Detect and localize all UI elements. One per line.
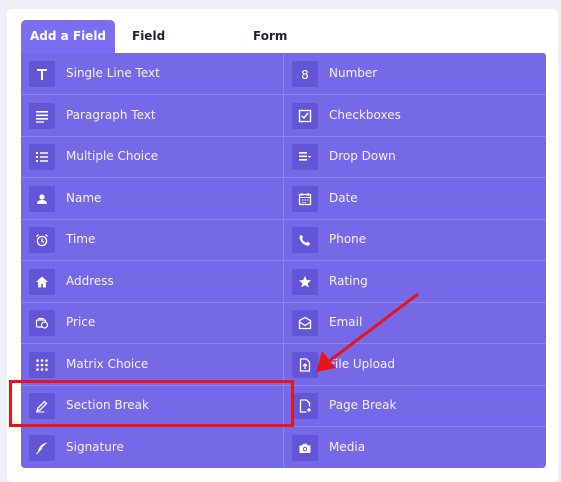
- field-label: Price: [66, 315, 96, 329]
- field-single-line-text[interactable]: Single Line Text: [21, 53, 283, 94]
- dropdown-icon: [292, 144, 318, 170]
- paragraph-icon: [29, 102, 55, 129]
- field-label: Date: [329, 190, 358, 205]
- field-drop-down[interactable]: Drop Down: [284, 136, 546, 177]
- field-name[interactable]: Name: [21, 178, 283, 219]
- tab-form-properties[interactable]: Form Properties: [239, 20, 359, 76]
- feather-icon: [29, 434, 55, 461]
- field-label: Time: [66, 232, 96, 246]
- field-label: Checkboxes: [329, 107, 401, 122]
- list-icon: [29, 144, 55, 170]
- text-icon: [29, 61, 55, 87]
- camera-icon: [292, 434, 318, 461]
- field-label: Matrix Choice: [66, 356, 149, 371]
- price-icon: [29, 310, 55, 336]
- pencil-icon: [29, 393, 55, 419]
- field-date[interactable]: Date: [284, 178, 546, 219]
- page-break-icon: [292, 393, 318, 419]
- number-icon: 8: [292, 61, 318, 87]
- field-label: Multiple Choice: [66, 149, 159, 163]
- field-file-upload[interactable]: File Upload: [284, 344, 546, 385]
- field-address[interactable]: Address: [21, 261, 283, 302]
- field-signature[interactable]: Signature: [21, 427, 283, 468]
- home-icon: [29, 268, 55, 295]
- grid-icon: [29, 351, 55, 378]
- column-divider: [283, 53, 284, 468]
- field-label: Section Break: [66, 398, 149, 412]
- field-time[interactable]: Time: [21, 219, 283, 260]
- field-label: Email: [329, 315, 363, 329]
- field-label: Media: [329, 439, 366, 454]
- field-label: Drop Down: [329, 149, 396, 163]
- user-icon: [29, 185, 55, 212]
- field-media[interactable]: Media: [284, 427, 546, 468]
- field-label: Signature: [66, 439, 124, 454]
- field-price[interactable]: Price: [21, 302, 283, 343]
- field-label: Number: [329, 66, 378, 80]
- tab-field-properties[interactable]: Field Properties: [118, 20, 238, 76]
- field-number[interactable]: 8 Number: [284, 53, 546, 94]
- field-label: File Upload: [329, 356, 395, 371]
- calendar-icon: [292, 185, 318, 212]
- file-upload-icon: [292, 351, 318, 378]
- field-label: Name: [66, 190, 102, 205]
- field-multiple-choice[interactable]: Multiple Choice: [21, 136, 283, 177]
- envelope-icon: [292, 310, 318, 336]
- field-rating[interactable]: Rating: [284, 261, 546, 302]
- field-label: Rating: [329, 273, 368, 288]
- tab-add-a-field[interactable]: Add a Field: [21, 20, 115, 53]
- field-phone[interactable]: Phone: [284, 219, 546, 260]
- field-label: Address: [66, 273, 114, 288]
- phone-icon: [292, 227, 318, 253]
- field-paragraph-text[interactable]: Paragraph Text: [21, 95, 283, 136]
- field-palette: Single Line Text 8 Number Paragraph Text Che…: [21, 53, 546, 468]
- field-section-break[interactable]: Section Break: [21, 385, 283, 426]
- field-checkboxes[interactable]: Checkboxes: [284, 95, 546, 136]
- field-label: Single Line Text: [66, 66, 160, 80]
- star-icon: [292, 268, 318, 295]
- field-label: Paragraph Text: [66, 107, 156, 122]
- alarm-clock-icon: [29, 227, 55, 253]
- checkbox-icon: [292, 102, 318, 129]
- field-page-break[interactable]: Page Break: [284, 385, 546, 426]
- field-email[interactable]: Email: [284, 302, 546, 343]
- field-label: Page Break: [329, 398, 397, 412]
- field-matrix-choice[interactable]: Matrix Choice: [21, 344, 283, 385]
- svg-text:8: 8: [301, 68, 309, 81]
- field-grid: Single Line Text 8 Number Paragraph Text Che…: [21, 53, 546, 468]
- field-label: Phone: [329, 232, 367, 246]
